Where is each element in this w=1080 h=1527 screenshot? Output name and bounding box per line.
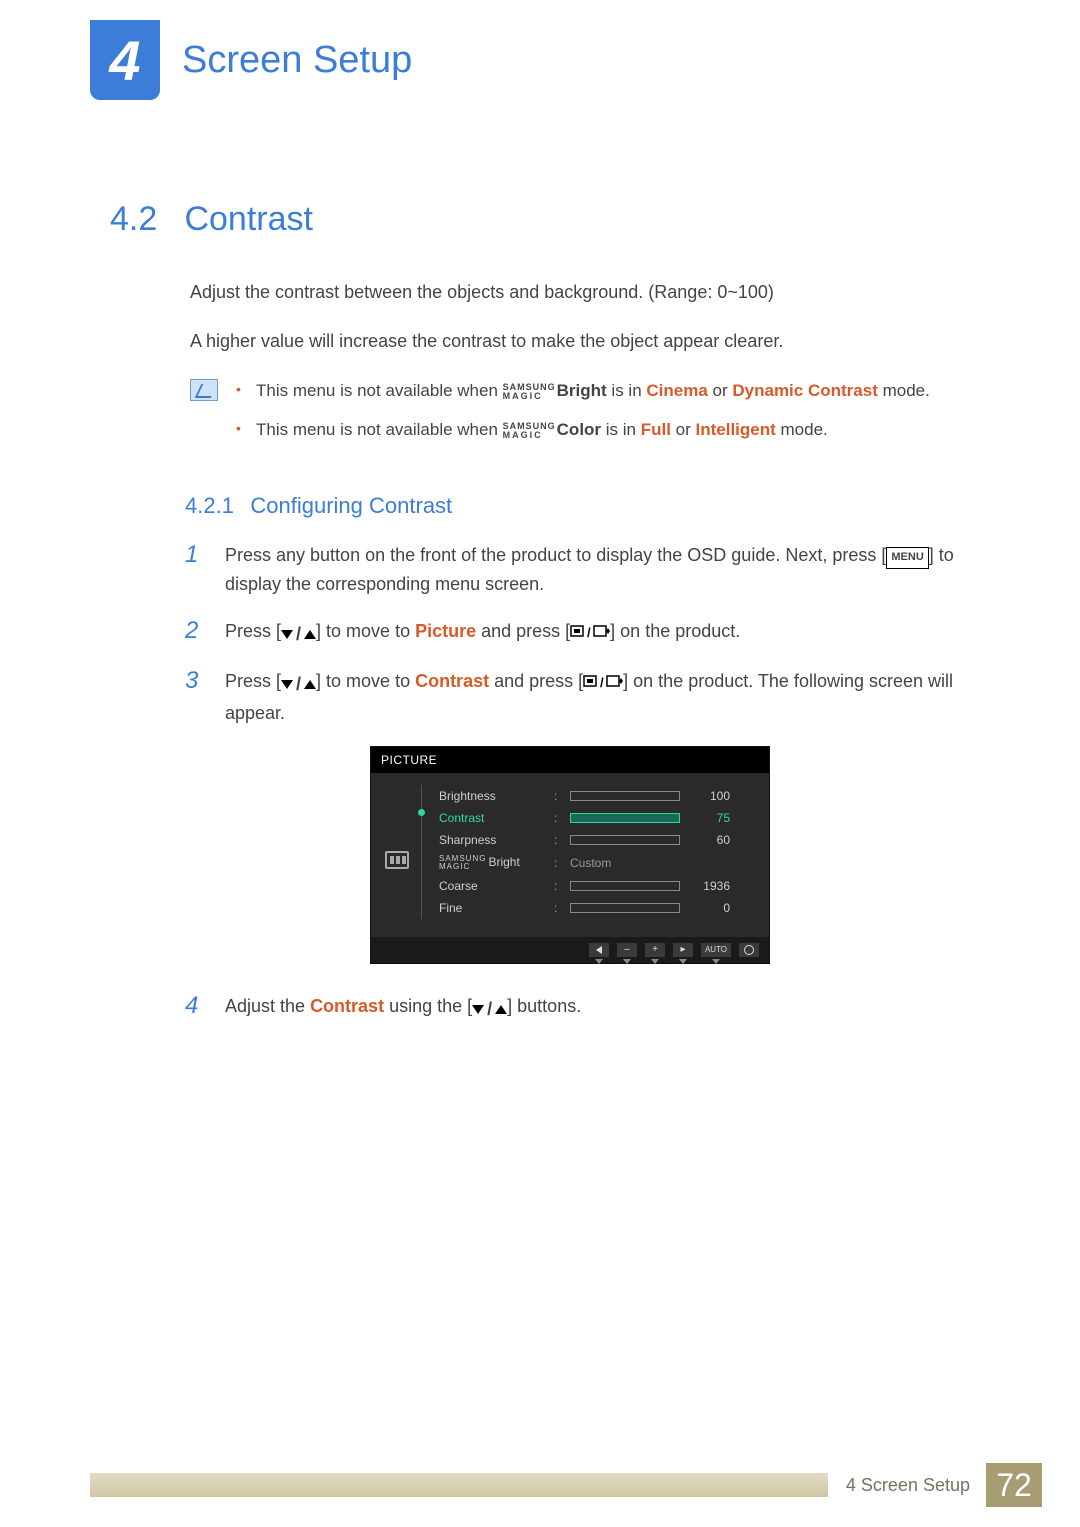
osd-value: 100 [690, 789, 730, 803]
svg-text:/: / [587, 625, 591, 640]
osd-row: Contrast:75 [389, 807, 751, 829]
osd-value: 75 [690, 811, 730, 825]
section: 4.2 Contrast Adjust the contrast between… [0, 200, 1080, 1023]
step-number: 3 [185, 667, 207, 728]
osd-active-dot [418, 809, 425, 816]
svg-text:/: / [600, 675, 604, 690]
intro-line-1: Adjust the contrast between the objects … [190, 279, 970, 306]
chapter-header: 4 Screen Setup [0, 0, 1080, 100]
down-up-arrow-icon: / [281, 620, 316, 649]
osd-row: Brightness:100 [389, 785, 751, 807]
steps-list-cont: 4 Adjust the Contrast using the [/] butt… [110, 992, 970, 1024]
page-footer: 4 Screen Setup 72 [90, 1465, 1042, 1505]
subsection-number: 4.2.1 [185, 493, 234, 518]
samsung-magic-label: SAMSUNGMAGIC [503, 383, 556, 401]
osd-slider [570, 881, 680, 891]
step-number: 1 [185, 541, 207, 599]
enter-source-icon: / [583, 671, 623, 691]
osd-tree-line [421, 785, 422, 919]
note-item-1: This menu is not available when SAMSUNGM… [236, 377, 930, 404]
step-number: 2 [185, 617, 207, 649]
osd-title: PICTURE [371, 747, 769, 773]
osd-row: Sharpness:60 [389, 829, 751, 851]
osd-value: 1936 [690, 879, 730, 893]
chapter-title: Screen Setup [182, 39, 412, 82]
osd-plus-button: + [645, 943, 665, 957]
intro-line-2: A higher value will increase the contras… [190, 328, 970, 355]
osd-label: Sharpness [439, 833, 544, 847]
picture-icon [385, 851, 409, 869]
osd-label: Coarse [439, 879, 544, 893]
osd-value: 0 [690, 901, 730, 915]
subsection-heading: 4.2.1 Configuring Contrast [110, 493, 970, 519]
menu-button-label: MENU [886, 547, 928, 569]
osd-label: Fine [439, 901, 544, 915]
down-up-arrow-icon: / [472, 995, 507, 1024]
osd-value: 60 [690, 833, 730, 847]
osd-preview: PICTURE Brightness:100Contrast:75Sharpne… [370, 746, 770, 964]
step-1: 1 Press any button on the front of the p… [185, 541, 970, 599]
osd-minus-button: ‒ [617, 943, 637, 957]
osd-slider [570, 791, 680, 801]
down-up-arrow-icon: / [281, 670, 316, 699]
step-number: 4 [185, 992, 207, 1024]
note-item-2: This menu is not available when SAMSUNGM… [236, 416, 930, 443]
osd-row: SAMSUNGMAGICBright:Custom [389, 851, 751, 875]
samsung-magic-label: SAMSUNGMAGIC [503, 422, 556, 440]
step-2: 2 Press [/] to move to Picture and press… [185, 617, 970, 649]
steps-list: 1 Press any button on the front of the p… [110, 541, 970, 727]
osd-row: Coarse:1936 [389, 875, 751, 897]
osd-label: Contrast [439, 811, 544, 825]
osd-row: Fine:0 [389, 897, 751, 919]
osd-back-button [589, 943, 609, 957]
note-block: This menu is not available when SAMSUNGM… [110, 377, 970, 455]
osd-button-row: ‒ + ▸ AUTO [371, 937, 769, 963]
osd-body: Brightness:100Contrast:75Sharpness:60SAM… [371, 773, 769, 937]
page-number: 72 [986, 1463, 1042, 1507]
chapter-number-badge: 4 [90, 20, 160, 100]
osd-auto-button: AUTO [701, 943, 731, 957]
osd-slider [570, 813, 680, 823]
enter-source-icon: / [570, 621, 610, 641]
step-3: 3 Press [/] to move to Contrast and pres… [185, 667, 970, 728]
section-intro: Adjust the contrast between the objects … [110, 279, 970, 355]
section-number: 4.2 [110, 200, 180, 239]
footer-chapter-label: 4 Screen Setup [828, 1475, 986, 1496]
osd-slider [570, 835, 680, 845]
osd-enter-button: ▸ [673, 943, 693, 957]
footer-bar [90, 1473, 828, 1497]
osd-slider [570, 903, 680, 913]
osd-value: Custom [570, 856, 611, 870]
subsection-title: Configuring Contrast [250, 493, 452, 518]
osd-label: Brightness [439, 789, 544, 803]
note-icon [190, 379, 218, 401]
osd-power-button [739, 943, 759, 957]
osd-label: SAMSUNGMAGICBright [439, 855, 544, 871]
section-title: Contrast [184, 200, 313, 238]
note-list: This menu is not available when SAMSUNGM… [236, 377, 930, 455]
section-heading: 4.2 Contrast [110, 200, 970, 239]
step-4: 4 Adjust the Contrast using the [/] butt… [185, 992, 970, 1024]
